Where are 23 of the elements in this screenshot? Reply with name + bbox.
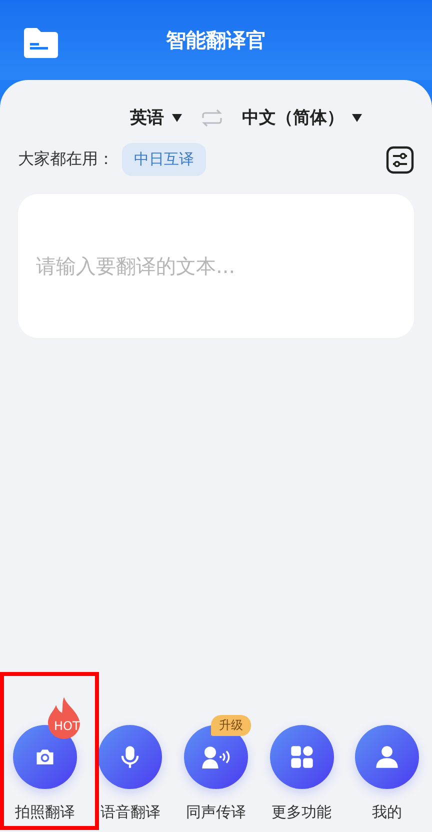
- upgrade-badge: 升级: [211, 715, 252, 736]
- feature-button[interactable]: [270, 725, 334, 789]
- source-language-selector[interactable]: 英语: [130, 106, 182, 129]
- caret-icon: [172, 114, 182, 122]
- caret-icon: [352, 114, 362, 122]
- feature-button[interactable]: [98, 725, 162, 789]
- hot-label: HOT: [54, 719, 80, 733]
- text-input-field[interactable]: 请输入要翻译的文本...: [18, 194, 414, 338]
- folder-icon[interactable]: [24, 28, 58, 58]
- user-icon: [374, 744, 400, 770]
- feature-label[interactable]: 我的: [372, 803, 402, 822]
- settings-icon[interactable]: [386, 146, 414, 174]
- grid-icon: [288, 744, 315, 770]
- popular-label: 大家都在用：: [18, 149, 114, 170]
- app-title: 智能翻译官: [166, 26, 266, 54]
- target-language-selector[interactable]: 中文（简体）: [242, 106, 362, 129]
- feature-label[interactable]: 拍照翻译: [14, 803, 75, 822]
- language-pair-chip[interactable]: 中日互译: [122, 143, 206, 176]
- feature-label[interactable]: 更多功能: [272, 803, 332, 822]
- feature-label[interactable]: 同声传译: [186, 803, 246, 822]
- speaking-person-icon: [200, 744, 231, 770]
- feature-label[interactable]: 语音翻译: [100, 803, 160, 822]
- feature-button[interactable]: [355, 725, 420, 789]
